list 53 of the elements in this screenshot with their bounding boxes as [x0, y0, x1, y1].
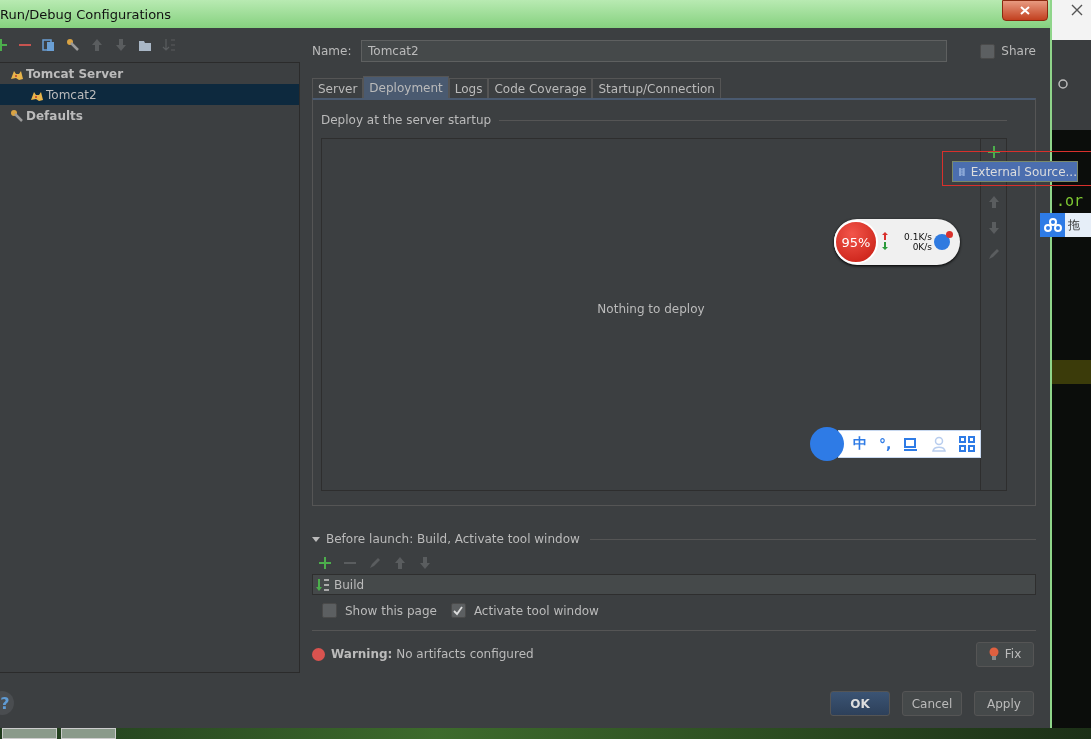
wrench-icon: [10, 108, 24, 123]
share-label: Share: [1001, 44, 1036, 58]
dialog-button[interactable]: Cancel: [902, 691, 962, 716]
tab[interactable]: Code Coverage: [488, 78, 593, 98]
warning-icon: [312, 647, 325, 661]
close-icon: [1020, 6, 1030, 15]
close-icon[interactable]: [1071, 4, 1083, 16]
up-arrow-icon: [882, 232, 888, 240]
line-highlight: [1052, 360, 1091, 384]
tab[interactable]: Server: [312, 78, 364, 98]
grid-icon[interactable]: [959, 436, 976, 452]
dialog-button[interactable]: OK: [830, 691, 890, 716]
checkbox[interactable]: [322, 603, 337, 618]
name-label: Name:: [312, 44, 353, 58]
download-speed: 0K/s: [912, 242, 932, 252]
build-icon: [316, 577, 330, 592]
tab[interactable]: Deployment: [363, 76, 449, 98]
help-button[interactable]: ?: [0, 691, 14, 715]
tree-item[interactable]: Defaults: [0, 105, 299, 126]
empty-text: Nothing to deploy: [597, 301, 705, 316]
tab[interactable]: Logs: [448, 78, 489, 98]
tooltip-text: 拖: [1068, 216, 1080, 234]
window-title: Run/Debug Configurations: [0, 6, 172, 22]
section-title: Deploy at the server startup: [321, 113, 492, 127]
task-row[interactable]: Build: [312, 574, 1036, 595]
search-icon[interactable]: [1058, 79, 1070, 91]
percent-badge: 95%: [834, 220, 878, 264]
down-arrow-icon: [882, 242, 888, 250]
folder-icon[interactable]: [138, 38, 152, 52]
ime-item[interactable]: 中: [853, 435, 867, 453]
expand-icon[interactable]: [312, 536, 320, 542]
checkbox-label: Activate tool window: [473, 603, 599, 618]
tree-item[interactable]: Tomcat Server: [0, 63, 299, 84]
checkbox[interactable]: [450, 603, 466, 618]
copy-icon[interactable]: [42, 38, 56, 52]
warning-text: Warning: No artifacts configured: [331, 647, 534, 661]
checkbox-label: Show this page: [345, 603, 437, 618]
cloud-icon[interactable]: [1043, 218, 1062, 232]
code-text: .or: [1055, 192, 1085, 210]
name-field[interactable]: Tomcat2: [361, 40, 947, 62]
bulb-icon: [988, 647, 999, 661]
wrench-icon[interactable]: [66, 38, 80, 52]
ime-logo-icon[interactable]: [810, 427, 844, 461]
tab[interactable]: Startup/Connection: [592, 78, 721, 98]
menu-item[interactable]: External Source...: [952, 161, 1078, 182]
ime-item[interactable]: °,: [879, 436, 892, 452]
fix-button[interactable]: Fix: [976, 641, 1034, 667]
upload-speed: 0.1K/s: [904, 232, 932, 242]
tree-item[interactable]: Tomcat2: [0, 84, 299, 105]
checkbox[interactable]: [980, 43, 996, 59]
dialog-button[interactable]: Apply: [974, 691, 1034, 716]
section-title[interactable]: Before launch: Build, Activate tool window: [326, 532, 580, 546]
close-button[interactable]: [1002, 0, 1048, 21]
